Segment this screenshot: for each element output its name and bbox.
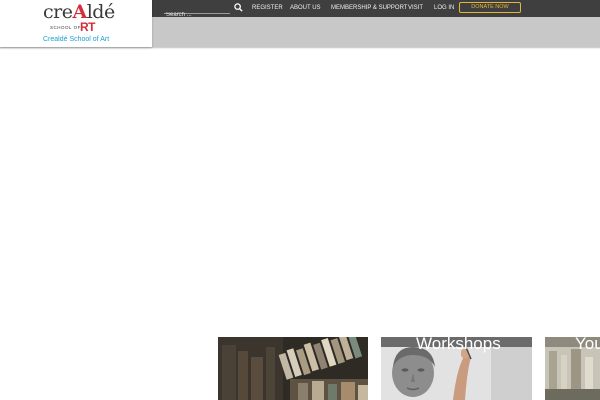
- search-field[interactable]: [164, 3, 232, 20]
- tile-art-supplies[interactable]: [218, 337, 368, 400]
- search-icon[interactable]: [234, 3, 243, 12]
- logo[interactable]: creAldé SCHOOL OF RT Crealdé School of A…: [0, 0, 152, 47]
- tile-youth[interactable]: You: [545, 337, 600, 400]
- donate-button[interactable]: DONATE NOW: [459, 2, 521, 13]
- tile-title-workshops: Workshops: [416, 337, 501, 353]
- logo-rt: RT: [80, 20, 96, 34]
- tile-workshops[interactable]: Workshops: [381, 337, 532, 400]
- logo-subtitle: Crealdé School of Art: [43, 36, 110, 43]
- nav-register[interactable]: REGISTER: [252, 5, 283, 11]
- tile-title-youth: You: [575, 337, 600, 353]
- nav-log-in[interactable]: LOG IN: [434, 5, 454, 11]
- logo-school-of: SCHOOL OF: [50, 25, 81, 30]
- logo-part: cre: [43, 1, 73, 23]
- nav-visit[interactable]: VISIT: [408, 5, 423, 11]
- nav-membership-support[interactable]: MEMBERSHIP & SUPPORT: [331, 5, 407, 11]
- header-divider: [0, 47, 600, 49]
- search-input[interactable]: [164, 10, 232, 20]
- art-supplies-photo: [218, 337, 368, 400]
- secondary-bar: [152, 17, 600, 47]
- nav-about-us[interactable]: ABOUT US: [290, 5, 321, 11]
- logo-wordmark: creAldé: [43, 1, 115, 23]
